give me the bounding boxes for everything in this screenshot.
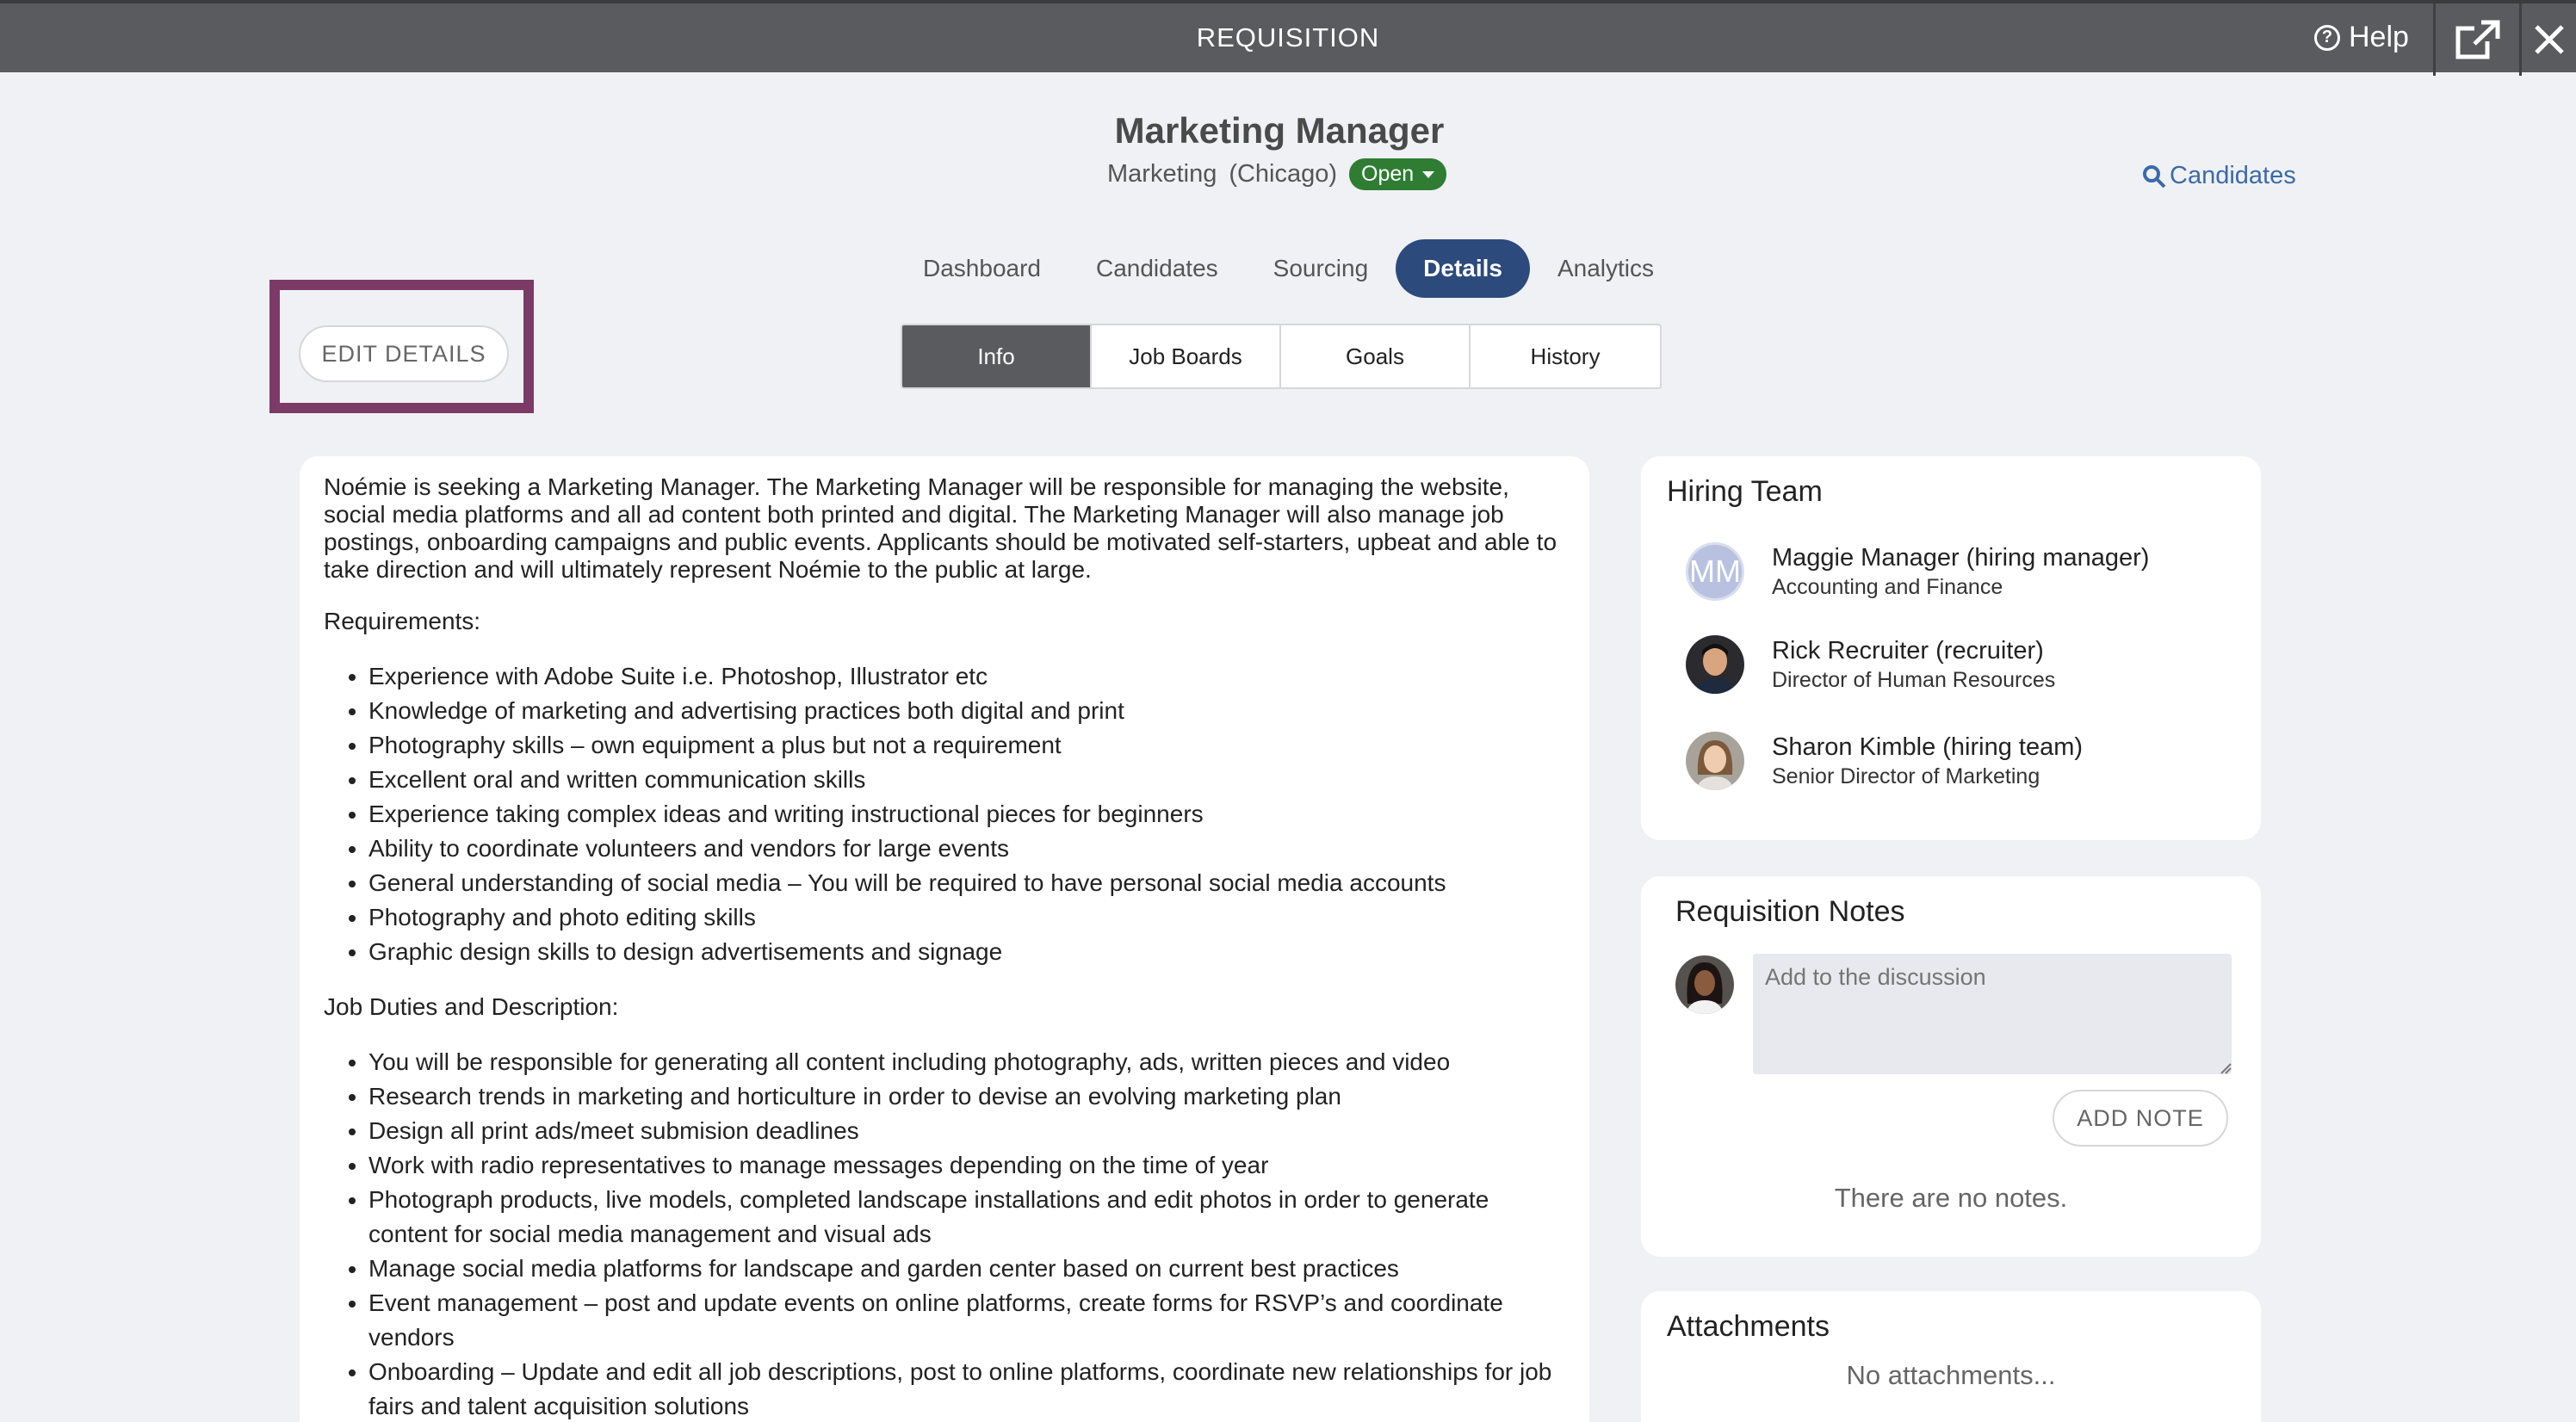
tab-candidates[interactable]: Candidates bbox=[1068, 239, 1246, 298]
candidates-search-link[interactable]: Candidates bbox=[2142, 162, 2296, 190]
sub-tabs: Info Job Boards Goals History bbox=[901, 324, 1662, 389]
person-photo-icon bbox=[1675, 955, 1734, 1014]
list-item: Research trends in marketing and horticu… bbox=[368, 1079, 1565, 1114]
subtab-info[interactable]: Info bbox=[902, 325, 1092, 387]
duties-heading: Job Duties and Description: bbox=[324, 993, 619, 1020]
team-member[interactable]: MM Maggie Manager (hiring manager) Accou… bbox=[1686, 542, 2149, 601]
main-tabs: Dashboard Candidates Sourcing Details An… bbox=[895, 239, 1681, 298]
tab-dashboard[interactable]: Dashboard bbox=[895, 239, 1068, 298]
job-description-card: Noémie is seeking a Marketing Manager. T… bbox=[300, 456, 1589, 1422]
tab-analytics[interactable]: Analytics bbox=[1530, 239, 1681, 298]
member-role: Senior Director of Marketing bbox=[1772, 764, 2040, 788]
topbar-divider bbox=[2519, 3, 2522, 76]
list-item: Onboarding – Update and edit all job des… bbox=[368, 1355, 1565, 1422]
description-intro: Noémie is seeking a Marketing Manager. T… bbox=[324, 473, 1557, 583]
list-item: Work with radio representatives to manag… bbox=[368, 1148, 1565, 1183]
no-attachments-message: No attachments... bbox=[1846, 1360, 2056, 1390]
requisition-notes-card: Requisition Notes ADD NOTE There are no … bbox=[1641, 876, 2261, 1257]
topbar-divider bbox=[2433, 3, 2436, 76]
list-item: You will be responsible for generating a… bbox=[368, 1045, 1565, 1079]
list-item: Photography and photo editing skills bbox=[368, 900, 1565, 935]
external-link-icon bbox=[2455, 20, 2500, 59]
person-photo-icon bbox=[1686, 732, 1744, 790]
list-item: Ability to coordinate volunteers and ven… bbox=[368, 832, 1565, 866]
resize-handle-icon[interactable] bbox=[2220, 1062, 2232, 1074]
job-title: Marketing Manager bbox=[1114, 110, 1445, 151]
edit-details-button[interactable]: EDIT DETAILS bbox=[299, 325, 509, 382]
list-item: Event management – post and update event… bbox=[368, 1286, 1565, 1355]
avatar bbox=[1686, 732, 1744, 790]
search-icon bbox=[2143, 164, 2166, 188]
window-title: REQUISITION bbox=[1196, 22, 1380, 53]
person-photo-icon bbox=[1686, 635, 1744, 694]
current-user-avatar bbox=[1675, 955, 1734, 1014]
status-label: Open bbox=[1361, 162, 1415, 186]
list-item: Excellent oral and written communication… bbox=[368, 763, 1565, 797]
tab-details[interactable]: Details bbox=[1396, 239, 1530, 298]
caret-down-icon bbox=[1422, 170, 1435, 178]
list-item: Manage social media platforms for landsc… bbox=[368, 1252, 1565, 1286]
list-item: Graphic design skills to design advertis… bbox=[368, 935, 1565, 969]
requirements-heading: Requirements: bbox=[324, 608, 481, 634]
requirements-list: Experience with Adobe Suite i.e. Photosh… bbox=[368, 659, 1565, 969]
member-name: Rick Recruiter (recruiter) bbox=[1772, 637, 2044, 665]
attachments-title: Attachments bbox=[1667, 1310, 1830, 1343]
list-item: Photograph products, live models, comple… bbox=[368, 1183, 1565, 1252]
subtab-goals[interactable]: Goals bbox=[1281, 325, 1471, 387]
list-item: Experience with Adobe Suite i.e. Photosh… bbox=[368, 659, 1565, 694]
close-icon bbox=[2535, 25, 2564, 54]
avatar bbox=[1686, 635, 1744, 694]
list-item: Photography skills – own equipment a plu… bbox=[368, 728, 1565, 763]
note-input[interactable] bbox=[1753, 954, 2232, 1074]
list-item: Knowledge of marketing and advertising p… bbox=[368, 694, 1565, 728]
help-circle-icon: ? bbox=[2314, 24, 2340, 51]
job-subtitle: Marketing (Chicago) Open bbox=[1107, 158, 1447, 190]
location-label: (Chicago) bbox=[1229, 160, 1338, 188]
hiring-team-title: Hiring Team bbox=[1667, 475, 1823, 508]
subtab-job-boards[interactable]: Job Boards bbox=[1092, 325, 1281, 387]
member-role: Accounting and Finance bbox=[1772, 575, 2003, 599]
member-name: Sharon Kimble (hiring team) bbox=[1772, 733, 2084, 761]
subtab-history[interactable]: History bbox=[1471, 325, 1660, 387]
help-button[interactable]: ? Help bbox=[2314, 21, 2409, 54]
list-item: Design all print ads/meet submision dead… bbox=[368, 1114, 1565, 1148]
list-item: General understanding of social media – … bbox=[368, 866, 1565, 900]
duties-list: You will be responsible for generating a… bbox=[368, 1045, 1565, 1422]
top-bar: REQUISITION ? Help bbox=[0, 0, 2576, 76]
close-button[interactable] bbox=[2523, 3, 2576, 76]
tab-sourcing[interactable]: Sourcing bbox=[1246, 239, 1396, 298]
status-dropdown[interactable]: Open bbox=[1349, 158, 1447, 190]
department-label: Marketing bbox=[1107, 160, 1217, 188]
notes-title: Requisition Notes bbox=[1675, 895, 1905, 928]
team-member[interactable]: Sharon Kimble (hiring team) Senior Direc… bbox=[1686, 732, 2083, 790]
member-role: Director of Human Resources bbox=[1772, 668, 2056, 692]
open-external-button[interactable] bbox=[2437, 3, 2519, 76]
attachments-card: Attachments No attachments... bbox=[1641, 1291, 2261, 1422]
add-note-button[interactable]: ADD NOTE bbox=[2053, 1090, 2228, 1147]
team-member[interactable]: Rick Recruiter (recruiter) Director of H… bbox=[1686, 635, 2055, 694]
list-item: Experience taking complex ideas and writ… bbox=[368, 797, 1565, 832]
avatar: MM bbox=[1686, 542, 1744, 601]
help-label: Help bbox=[2349, 21, 2409, 53]
no-notes-message: There are no notes. bbox=[1834, 1183, 2068, 1213]
hiring-team-card: Hiring Team MM Maggie Manager (hiring ma… bbox=[1641, 456, 2261, 840]
candidates-link-label: Candidates bbox=[2170, 162, 2296, 189]
member-name: Maggie Manager (hiring manager) bbox=[1772, 544, 2150, 572]
